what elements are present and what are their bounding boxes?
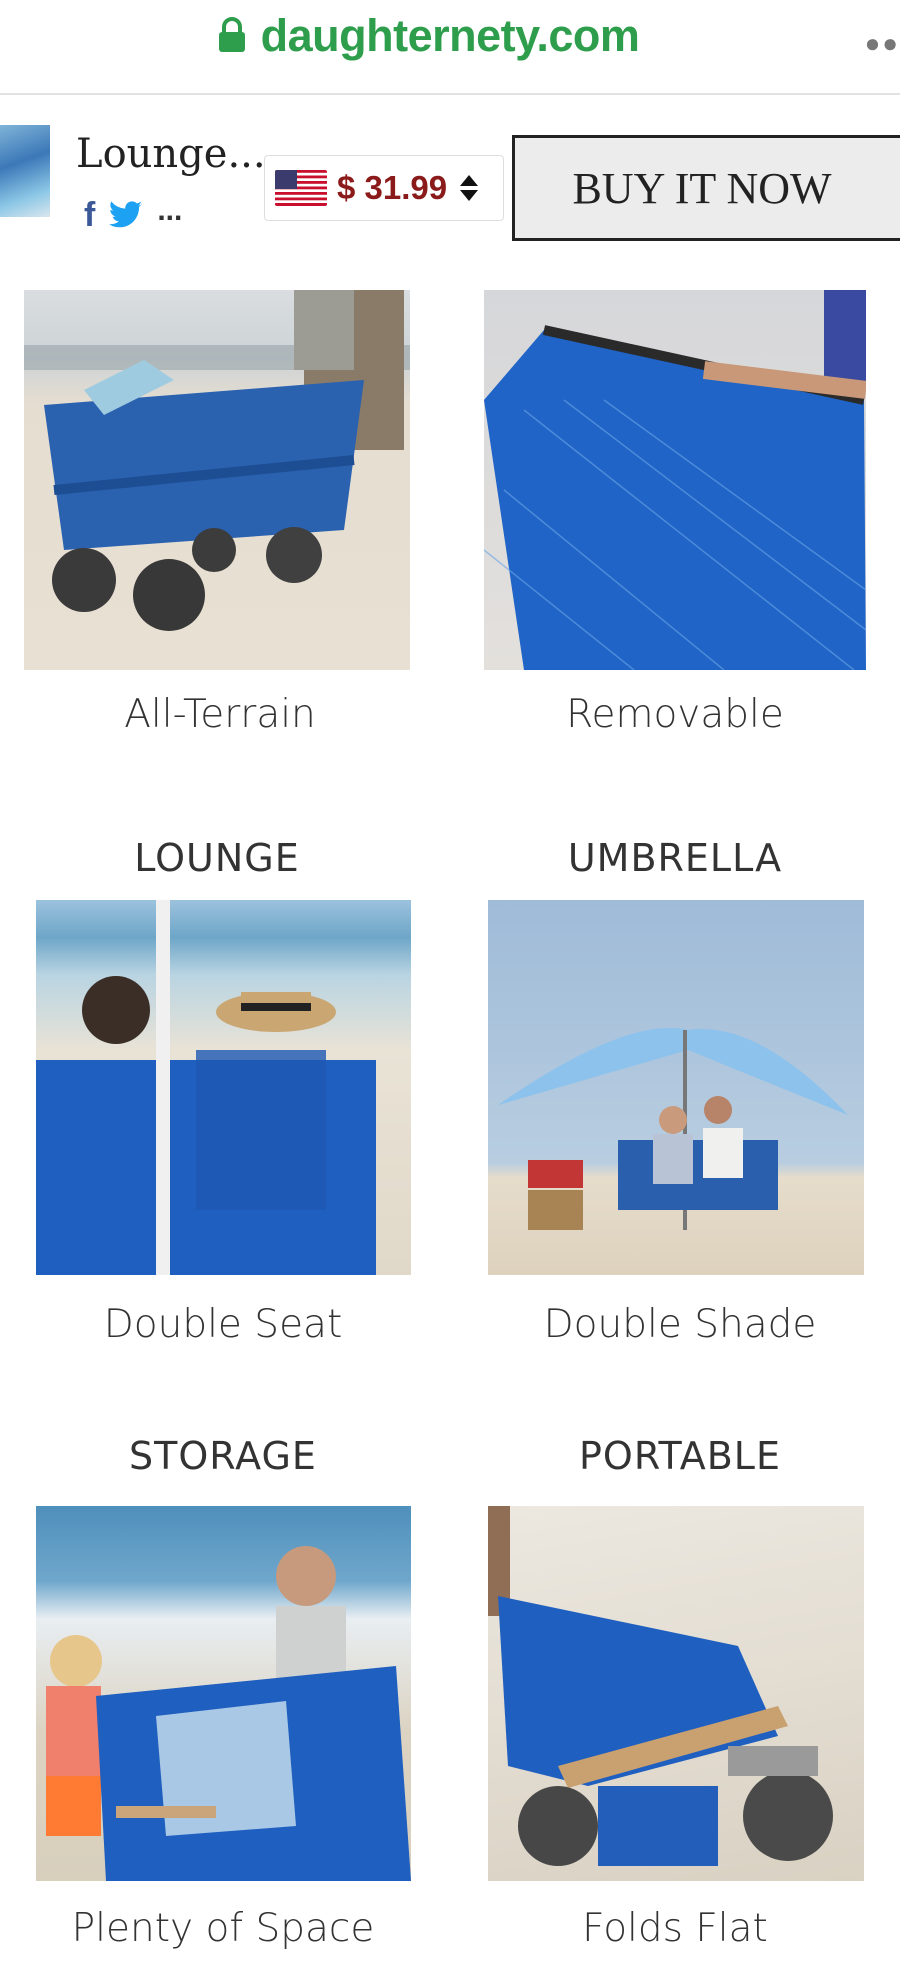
feature-caption: All-Terrain xyxy=(124,692,316,737)
browser-url-bar[interactable]: daughternety.com ●● xyxy=(0,0,900,95)
section-caption: Folds Flat xyxy=(582,1906,768,1951)
more-dots-icon[interactable]: ●● xyxy=(865,28,900,59)
plenty-of-space-photo xyxy=(36,1506,411,1881)
section-caption: Double Seat xyxy=(103,1302,343,1347)
double-shade-photo xyxy=(488,900,864,1275)
section-caption: Plenty of Space xyxy=(71,1906,375,1951)
more-share-button[interactable]: ... xyxy=(157,196,182,226)
removable-photo xyxy=(484,290,866,670)
product-thumbnail[interactable] xyxy=(0,125,50,217)
section-heading: LOUNGE xyxy=(134,836,300,880)
section-heading: PORTABLE xyxy=(579,1434,781,1478)
price-value: $ 31.99 xyxy=(337,169,448,206)
buy-it-now-button[interactable]: BUY IT NOW xyxy=(512,135,900,241)
product-sticky-bar: Lounge... f ... $ 31.99 BUY IT NOW xyxy=(0,95,900,252)
section-caption: Double Shade xyxy=(543,1302,817,1347)
folds-flat-photo xyxy=(488,1506,864,1881)
twitter-icon[interactable] xyxy=(109,201,143,229)
currency-price-selector[interactable]: $ 31.99 xyxy=(264,155,504,221)
feature-caption: Removable xyxy=(566,692,784,737)
section-heading: STORAGE xyxy=(129,1434,317,1478)
sort-caret-icon[interactable] xyxy=(459,173,479,203)
product-title: Lounge... xyxy=(76,131,266,177)
section-heading: UMBRELLA xyxy=(567,836,783,880)
url-text[interactable]: daughternety.com xyxy=(0,10,900,62)
all-terrain-photo xyxy=(24,290,410,670)
double-seat-photo xyxy=(36,900,411,1275)
social-share: f ... xyxy=(84,196,182,233)
facebook-icon[interactable]: f xyxy=(84,198,95,232)
us-flag-icon xyxy=(275,170,327,206)
